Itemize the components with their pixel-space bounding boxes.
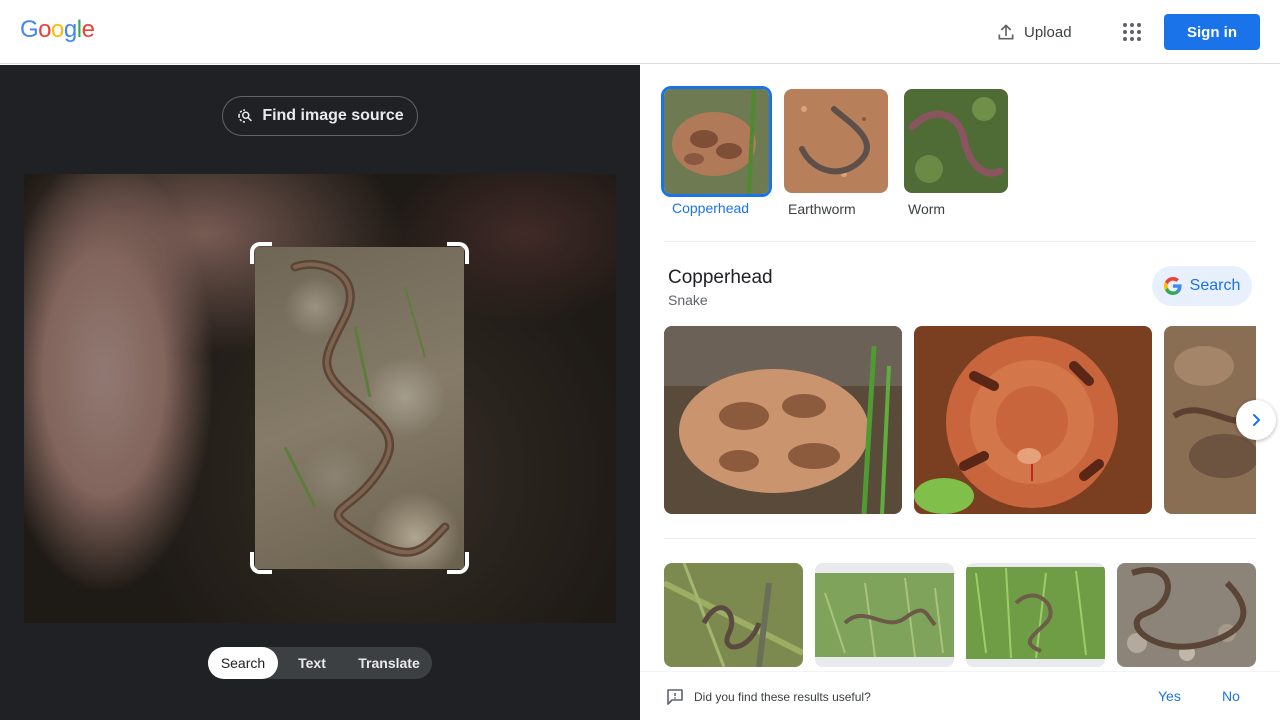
image-carousel (664, 326, 1256, 514)
tab-search[interactable]: Search (208, 647, 278, 679)
feedback-icon (667, 689, 683, 705)
lens-image-pane: Find image source Search Text Translate (0, 65, 640, 720)
divider (664, 241, 1256, 242)
chip-thumbnail (784, 89, 888, 193)
snake-illustration (283, 259, 450, 557)
crop-handle-bottom-right[interactable] (447, 552, 469, 574)
logo-letter: e (81, 16, 95, 43)
crop-selection[interactable] (250, 242, 469, 574)
feedback-bar: Did you find these results useful? Yes N… (640, 671, 1280, 720)
chip-worm[interactable]: Worm (904, 89, 1012, 217)
logo-letter: o (51, 16, 64, 43)
sign-in-button[interactable]: Sign in (1164, 14, 1260, 50)
tab-translate[interactable]: Translate (346, 647, 432, 679)
chip-label: Worm (908, 201, 946, 217)
crop-handle-top-left[interactable] (250, 242, 272, 264)
google-g-icon (1163, 277, 1182, 295)
carousel-image[interactable] (664, 326, 902, 514)
carousel-image[interactable] (914, 326, 1152, 514)
chip-label: Copperhead (672, 200, 750, 216)
feedback-no-button[interactable]: No (1222, 688, 1240, 704)
chip-thumbnail (661, 86, 772, 197)
lens-mode-tabs: Search Text Translate (208, 647, 432, 679)
chevron-right-icon (1253, 414, 1260, 426)
upload-icon (998, 24, 1014, 40)
logo-letter: o (38, 16, 52, 43)
visual-match-image[interactable] (664, 563, 803, 667)
entity-subtitle: Snake (668, 292, 708, 308)
entity-title: Copperhead (668, 267, 773, 288)
tab-text[interactable]: Text (278, 647, 346, 679)
carousel-next-button[interactable] (1236, 400, 1276, 440)
feedback-question: Did you find these results useful? (694, 690, 871, 704)
upload-label: Upload (1024, 23, 1072, 41)
entity-search-button[interactable]: Search (1152, 266, 1252, 306)
apps-grid-icon[interactable] (1118, 18, 1146, 46)
lens-search-icon (238, 109, 253, 123)
visual-matches-grid (664, 563, 1280, 673)
top-bar: G o o g l e Upload Sign in (0, 0, 1280, 64)
results-pane: Copperhead Earthworm Worm Copperhead Sna… (640, 65, 1280, 720)
find-image-source-button[interactable]: Find image source (222, 96, 418, 136)
entity-chips: Copperhead Earthworm Worm (661, 86, 1012, 217)
chip-copperhead[interactable]: Copperhead (661, 86, 772, 217)
find-image-source-label: Find image source (262, 107, 404, 124)
chip-label: Earthworm (788, 201, 856, 217)
feedback-yes-button[interactable]: Yes (1158, 688, 1181, 704)
entity-search-label: Search (1189, 277, 1241, 294)
upload-button[interactable]: Upload (988, 14, 1080, 50)
chip-earthworm[interactable]: Earthworm (784, 89, 892, 217)
uploaded-photo[interactable] (24, 174, 616, 623)
logo-letter: g (63, 16, 77, 43)
crop-handle-top-right[interactable] (447, 242, 469, 264)
visual-match-image[interactable] (815, 563, 954, 667)
crop-handle-bottom-left[interactable] (250, 552, 272, 574)
visual-match-image[interactable] (1117, 563, 1256, 667)
divider (664, 538, 1256, 539)
logo-letter: G (20, 16, 39, 43)
google-logo[interactable]: G o o g l e (20, 16, 95, 44)
visual-match-image[interactable] (966, 563, 1105, 667)
chip-thumbnail (904, 89, 1008, 193)
